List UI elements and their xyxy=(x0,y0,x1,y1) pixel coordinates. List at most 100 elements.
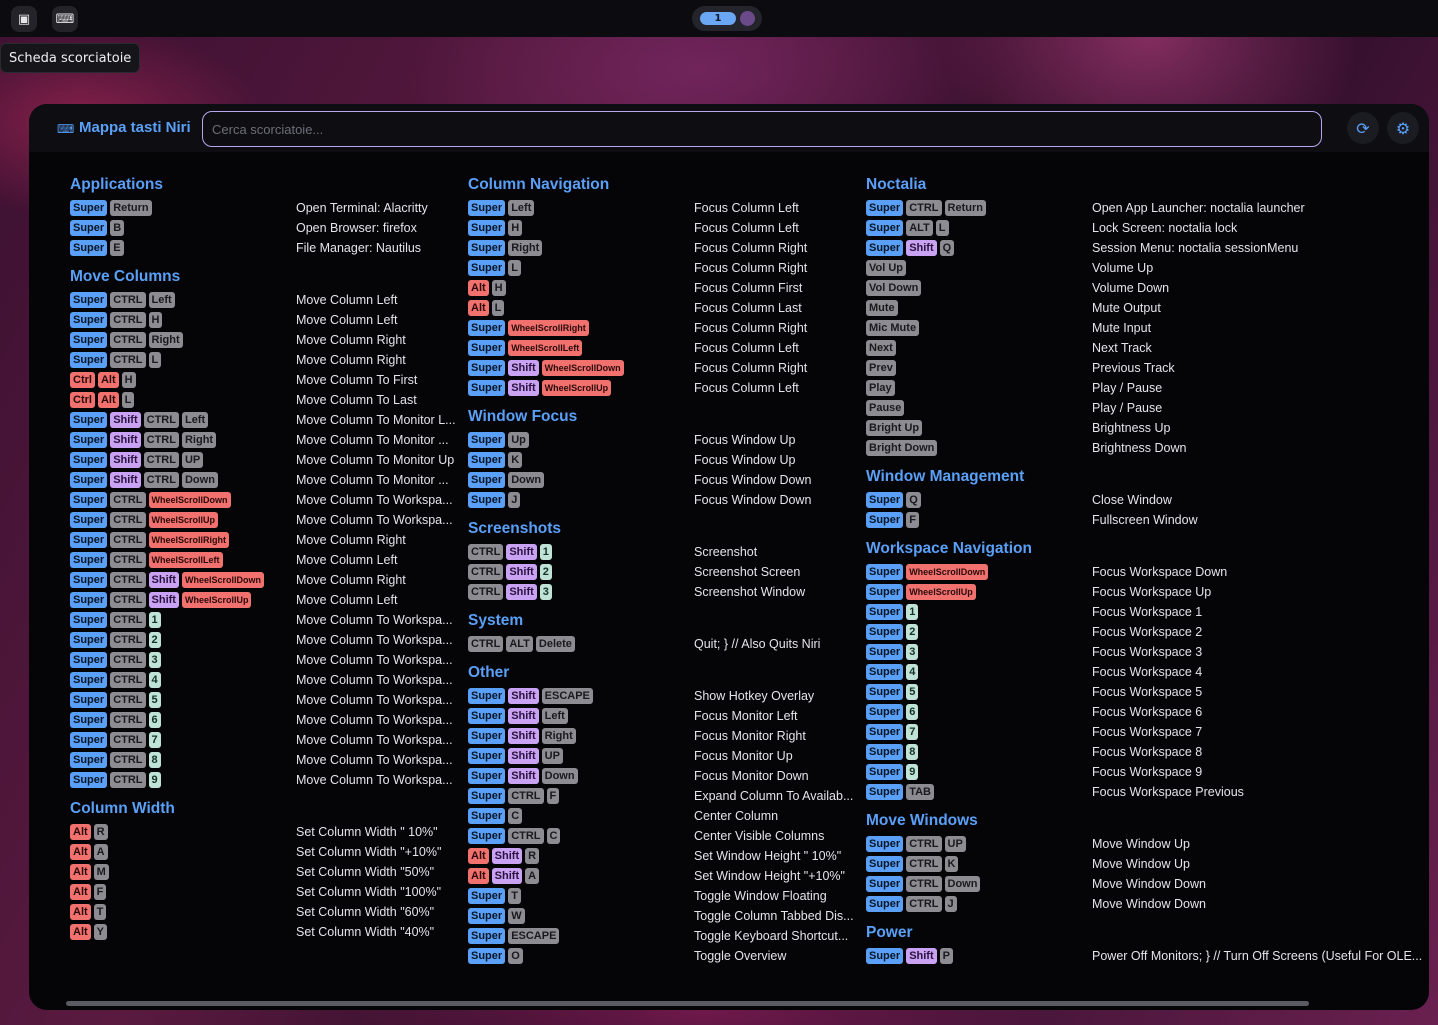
shortcut-row[interactable]: Alt Shift R Set Window Height " 10%" xyxy=(468,846,866,866)
shortcut-row[interactable]: Super CTRL J Move Window Down xyxy=(866,894,1426,914)
shortcut-row[interactable]: Bright Down Brightness Down xyxy=(866,438,1426,458)
shortcut-row[interactable]: Super CTRL Left Move Column Left xyxy=(70,290,468,310)
chip-icon[interactable]: ▣ xyxy=(11,6,37,32)
shortcut-row[interactable]: Alt A Set Column Width "+10%" xyxy=(70,842,468,862)
shortcut-row[interactable]: Super CTRL WheelScrollDown Move Column To W… xyxy=(70,490,468,510)
shortcut-row[interactable]: Super Q Close Window xyxy=(866,490,1426,510)
shortcut-row[interactable]: Super Shift CTRL UP Move Column To Monitor U… xyxy=(70,450,468,470)
shortcut-row[interactable]: Super Shift P Power Off Monitors; } // Turn… xyxy=(866,946,1426,966)
shortcut-row[interactable]: Pause Play / Pause xyxy=(866,398,1426,418)
shortcut-row[interactable]: Super Shift Q Session Menu: noctalia sessio… xyxy=(866,238,1426,258)
shortcut-row[interactable]: Vol Up Volume Up xyxy=(866,258,1426,278)
shortcut-row[interactable]: Super CTRL 3 Move Column To Workspa... xyxy=(70,650,468,670)
shortcut-row[interactable]: Alt Shift A Set Window Height "+10%" xyxy=(468,866,866,886)
shortcut-row[interactable]: Alt T Set Column Width "60%" xyxy=(70,902,468,922)
shortcut-row[interactable]: Super Up Focus Window Up xyxy=(468,430,866,450)
shortcut-row[interactable]: Super 9 Focus Workspace 9 xyxy=(866,762,1426,782)
shortcut-row[interactable]: Super CTRL 1 Move Column To Workspa... xyxy=(70,610,468,630)
workspace-dot[interactable] xyxy=(740,11,755,26)
shortcut-row[interactable]: Super Down Focus Window Down xyxy=(468,470,866,490)
shortcut-row[interactable]: Alt Y Set Column Width "40%" xyxy=(70,922,468,942)
shortcut-row[interactable]: Super F Fullscreen Window xyxy=(866,510,1426,530)
shortcut-row[interactable]: Super 1 Focus Workspace 1 xyxy=(866,602,1426,622)
shortcut-row[interactable]: Alt R Set Column Width " 10%" xyxy=(70,822,468,842)
shortcut-row[interactable]: Super CTRL 4 Move Column To Workspa... xyxy=(70,670,468,690)
shortcut-row[interactable]: Super WheelScrollDown Focus Workspace Down xyxy=(866,562,1426,582)
shortcut-row[interactable]: Super WheelScrollLeft Focus Column Left xyxy=(468,338,866,358)
shortcut-row[interactable]: CTRL Shift 2 Screenshot Screen xyxy=(468,562,866,582)
shortcut-row[interactable]: Super CTRL 9 Move Column To Workspa... xyxy=(70,770,468,790)
shortcut-row[interactable]: Super H Focus Column Left xyxy=(468,218,866,238)
shortcut-row[interactable]: Super 5 Focus Workspace 5 xyxy=(866,682,1426,702)
shortcut-row[interactable]: Super CTRL Down Move Window Down xyxy=(866,874,1426,894)
shortcut-row[interactable]: Super 7 Focus Workspace 7 xyxy=(866,722,1426,742)
shortcut-row[interactable]: Super CTRL K Move Window Up xyxy=(866,854,1426,874)
shortcut-row[interactable]: Super CTRL WheelScrollRight Move Column Rig… xyxy=(70,530,468,550)
settings-button[interactable]: ⚙ xyxy=(1387,112,1419,144)
shortcut-row[interactable]: Super Shift CTRL Left Move Column To Monitor… xyxy=(70,410,468,430)
shortcut-row[interactable]: Super ALT L Lock Screen: noctalia lock xyxy=(866,218,1426,238)
shortcut-row[interactable]: Super Shift WheelScrollDown Focus Column Ri… xyxy=(468,358,866,378)
shortcut-row[interactable]: Super WheelScrollUp Focus Workspace Up xyxy=(866,582,1426,602)
shortcut-row[interactable]: Super B Open Browser: firefox xyxy=(70,218,468,238)
shortcut-row[interactable]: Super C Center Column xyxy=(468,806,866,826)
shortcut-row[interactable]: Super O Toggle Overview xyxy=(468,946,866,966)
shortcut-row[interactable]: Super CTRL 2 Move Column To Workspa... xyxy=(70,630,468,650)
shortcut-row[interactable]: Super CTRL WheelScrollUp Move Column To Wor… xyxy=(70,510,468,530)
shortcut-row[interactable]: Mute Mute Output xyxy=(866,298,1426,318)
workspace-active[interactable]: 1 xyxy=(700,12,736,25)
shortcut-row[interactable]: Vol Down Volume Down xyxy=(866,278,1426,298)
shortcut-row[interactable]: Super CTRL Return Open App Launcher: noctal… xyxy=(866,198,1426,218)
shortcut-row[interactable]: Super TAB Focus Workspace Previous xyxy=(866,782,1426,802)
shortcut-row[interactable]: CTRL ALT Delete Quit; } // Also Quits Niri xyxy=(468,634,866,654)
shortcut-row[interactable]: Ctrl Alt L Move Column To Last xyxy=(70,390,468,410)
shortcut-row[interactable]: Super 8 Focus Workspace 8 xyxy=(866,742,1426,762)
shortcut-row[interactable]: Super 6 Focus Workspace 6 xyxy=(866,702,1426,722)
keyboard-icon[interactable]: ⌨ xyxy=(52,6,78,32)
horizontal-scrollbar[interactable] xyxy=(66,1001,1309,1006)
shortcut-row[interactable]: Super CTRL WheelScrollLeft Move Column Left xyxy=(70,550,468,570)
shortcut-row[interactable]: CTRL Shift 1 Screenshot xyxy=(468,542,866,562)
refresh-button[interactable]: ⟳ xyxy=(1347,112,1379,144)
shortcut-row[interactable]: Super Shift CTRL Down Move Column To Monitor… xyxy=(70,470,468,490)
shortcut-row[interactable]: Super CTRL H Move Column Left xyxy=(70,310,468,330)
shortcut-row[interactable]: Alt F Set Column Width "100%" xyxy=(70,882,468,902)
shortcut-row[interactable]: Super L Focus Column Right xyxy=(468,258,866,278)
shortcut-row[interactable]: Super 4 Focus Workspace 4 xyxy=(866,662,1426,682)
shortcut-row[interactable]: Super CTRL Right Move Column Right xyxy=(70,330,468,350)
shortcut-row[interactable]: Super Right Focus Column Right xyxy=(468,238,866,258)
shortcut-row[interactable]: Super Left Focus Column Left xyxy=(468,198,866,218)
shortcut-row[interactable]: Super 3 Focus Workspace 3 xyxy=(866,642,1426,662)
shortcut-row[interactable]: Super E File Manager: Nautilus xyxy=(70,238,468,258)
shortcut-row[interactable]: Super Shift WheelScrollUp Focus Column Left xyxy=(468,378,866,398)
shortcut-row[interactable]: Alt M Set Column Width "50%" xyxy=(70,862,468,882)
shortcut-row[interactable]: Super Shift ESCAPE Show Hotkey Overlay xyxy=(468,686,866,706)
shortcut-row[interactable]: Super CTRL UP Move Window Up xyxy=(866,834,1426,854)
shortcut-row[interactable]: Alt L Focus Column Last xyxy=(468,298,866,318)
shortcut-row[interactable]: Super WheelScrollRight Focus Column Right xyxy=(468,318,866,338)
shortcut-row[interactable]: Super K Focus Window Up xyxy=(468,450,866,470)
shortcut-row[interactable]: Super J Focus Window Down xyxy=(468,490,866,510)
shortcut-row[interactable]: Super Shift CTRL Right Move Column To Monito… xyxy=(70,430,468,450)
shortcut-row[interactable]: CTRL Shift 3 Screenshot Window xyxy=(468,582,866,602)
shortcut-row[interactable]: Prev Previous Track xyxy=(866,358,1426,378)
shortcut-row[interactable]: Super CTRL 5 Move Column To Workspa... xyxy=(70,690,468,710)
shortcut-row[interactable]: Super CTRL 7 Move Column To Workspa... xyxy=(70,730,468,750)
shortcut-row[interactable]: Super 2 Focus Workspace 2 xyxy=(866,622,1426,642)
shortcut-row[interactable]: Super CTRL Shift WheelScrollDown Move Column… xyxy=(70,570,468,590)
shortcut-row[interactable]: Ctrl Alt H Move Column To First xyxy=(70,370,468,390)
shortcut-row[interactable]: Super CTRL F Expand Column To Availab... xyxy=(468,786,866,806)
shortcut-row[interactable]: Super W Toggle Column Tabbed Dis... xyxy=(468,906,866,926)
shortcut-row[interactable]: Super ESCAPE Toggle Keyboard Shortcut... xyxy=(468,926,866,946)
shortcut-row[interactable]: Alt H Focus Column First xyxy=(468,278,866,298)
shortcut-row[interactable]: Super CTRL 8 Move Column To Workspa... xyxy=(70,750,468,770)
shortcut-row[interactable]: Super CTRL L Move Column Right xyxy=(70,350,468,370)
shortcut-row[interactable]: Super Shift UP Focus Monitor Up xyxy=(468,746,866,766)
shortcut-row[interactable]: Next Next Track xyxy=(866,338,1426,358)
search-input[interactable] xyxy=(202,111,1322,147)
shortcut-row[interactable]: Super CTRL Shift WheelScrollUp Move Column L… xyxy=(70,590,468,610)
shortcut-row[interactable]: Super Shift Down Focus Monitor Down xyxy=(468,766,866,786)
shortcut-row[interactable]: Super CTRL 6 Move Column To Workspa... xyxy=(70,710,468,730)
shortcut-row[interactable]: Super T Toggle Window Floating xyxy=(468,886,866,906)
shortcut-row[interactable]: Mic Mute Mute Input xyxy=(866,318,1426,338)
